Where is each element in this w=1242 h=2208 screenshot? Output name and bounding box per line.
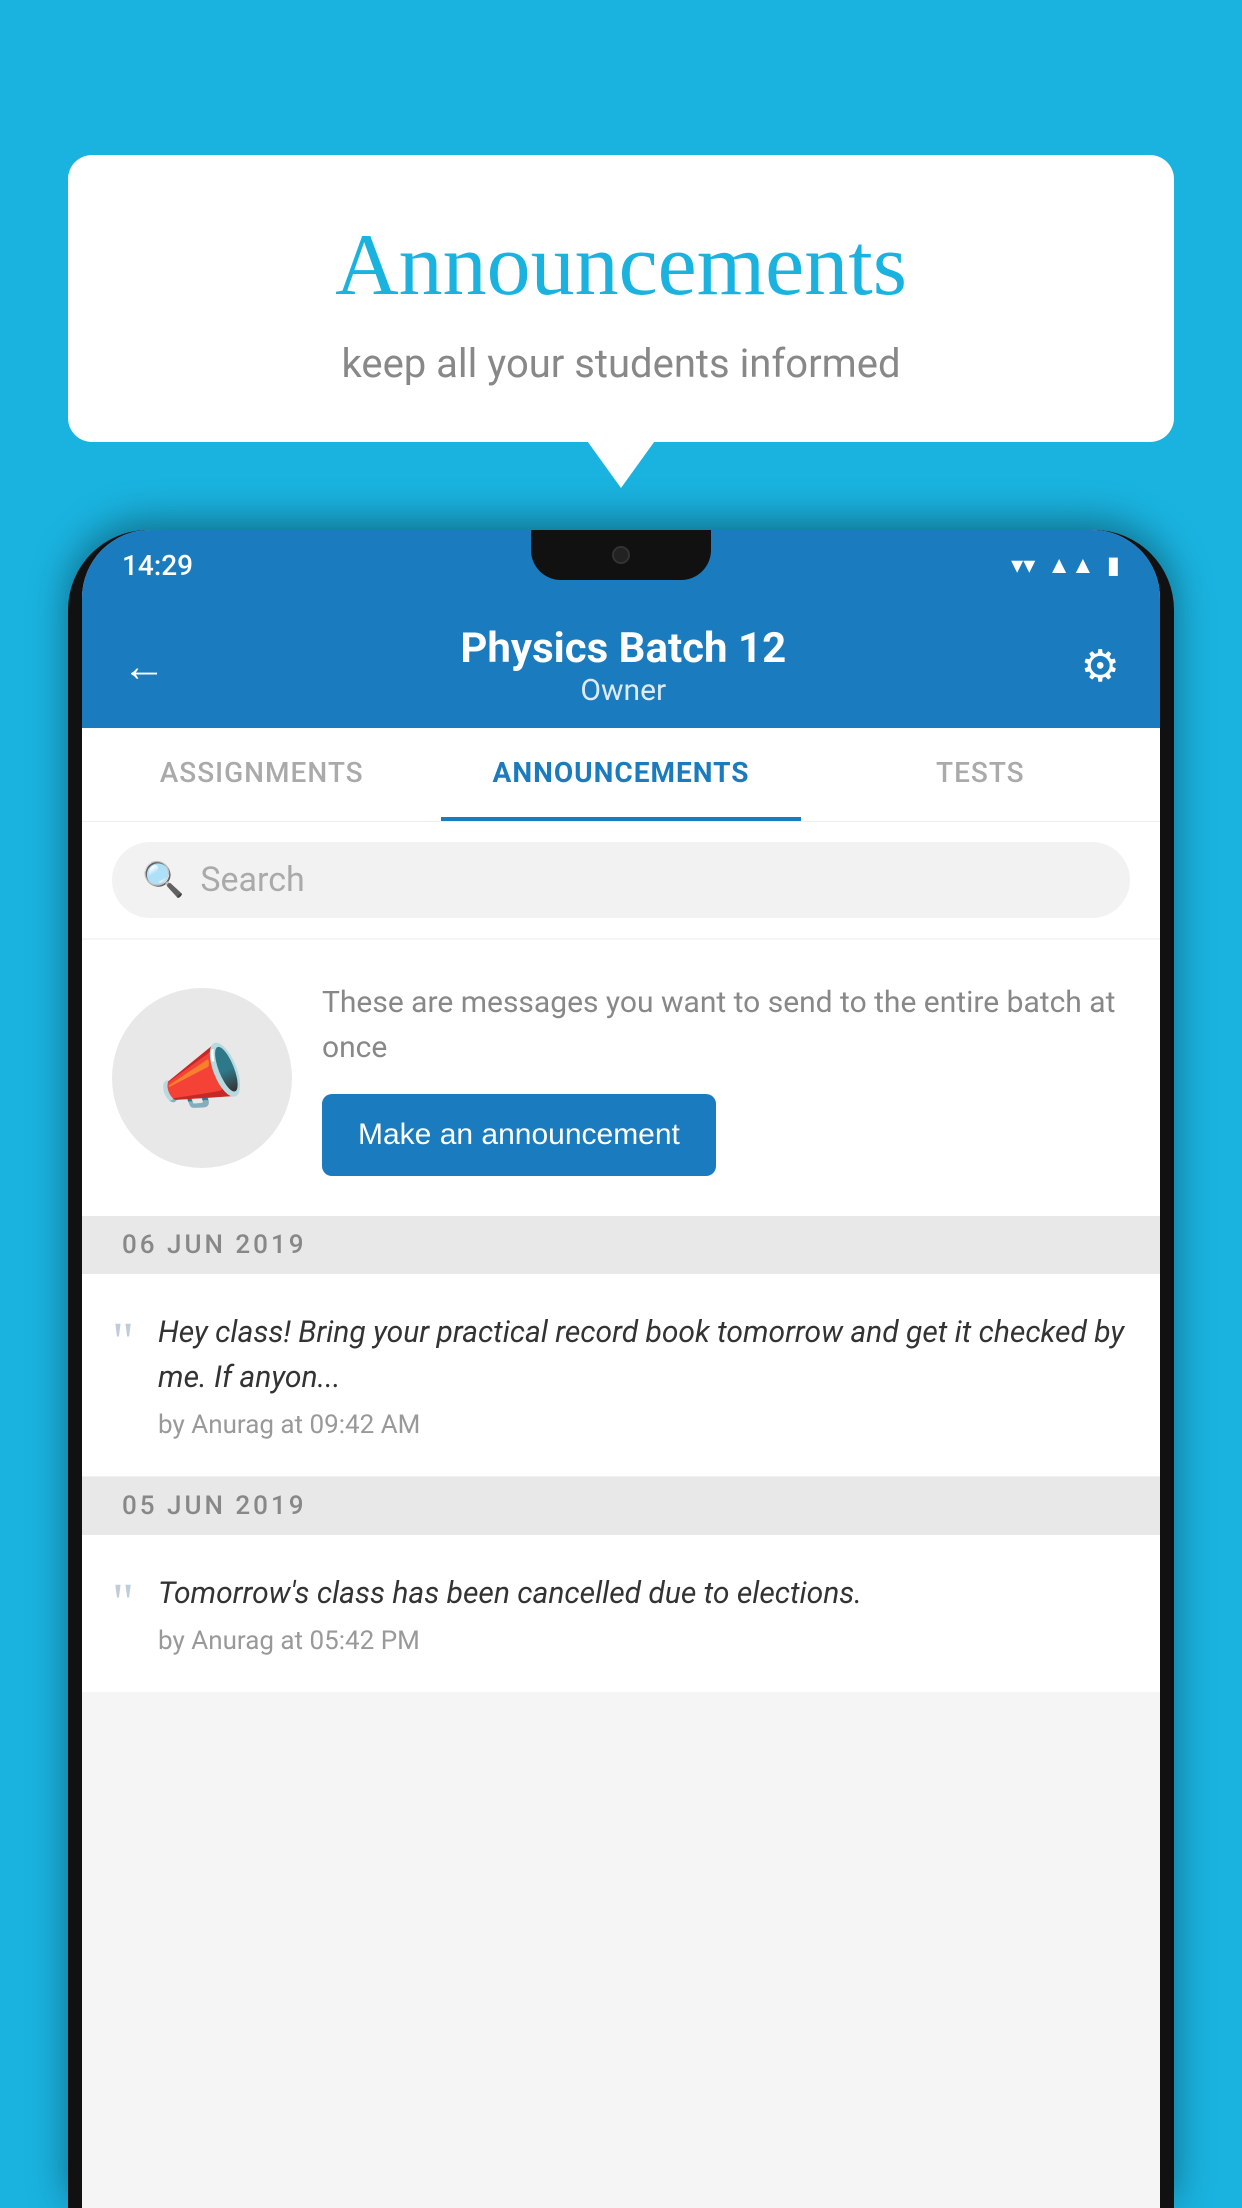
announcement-content-2: Tomorrow's class has been cancelled due … xyxy=(158,1571,1130,1656)
battery-icon: ▮ xyxy=(1107,551,1120,579)
tab-bar: ASSIGNMENTS ANNOUNCEMENTS TESTS xyxy=(82,728,1160,822)
announcement-text-2: Tomorrow's class has been cancelled due … xyxy=(158,1571,1130,1616)
search-placeholder: Search xyxy=(200,860,304,900)
speech-bubble-section: Announcements keep all your students inf… xyxy=(68,155,1174,442)
bubble-subtitle: keep all your students informed xyxy=(148,340,1094,387)
speech-bubble: Announcements keep all your students inf… xyxy=(68,155,1174,442)
settings-icon[interactable]: ⚙ xyxy=(1081,640,1120,692)
announcement-prompt: 📣 These are messages you want to send to… xyxy=(82,940,1160,1216)
announcement-item-2: " Tomorrow's class has been cancelled du… xyxy=(82,1535,1160,1692)
announcement-text-1: Hey class! Bring your practical record b… xyxy=(158,1310,1130,1400)
announcement-content-1: Hey class! Bring your practical record b… xyxy=(158,1310,1130,1440)
status-time: 14:29 xyxy=(122,549,193,582)
header-title: Physics Batch 12 xyxy=(460,624,786,673)
make-announcement-button[interactable]: Make an announcement xyxy=(322,1094,716,1176)
announcement-prompt-description: These are messages you want to send to t… xyxy=(322,980,1130,1070)
status-icons: ▾▾ ▲▲ ▮ xyxy=(1011,551,1120,580)
search-container: 🔍 Search xyxy=(82,822,1160,938)
search-bar[interactable]: 🔍 Search xyxy=(112,842,1130,918)
quote-icon-2: " xyxy=(112,1575,134,1629)
tab-assignments[interactable]: ASSIGNMENTS xyxy=(82,728,441,821)
header-center: Physics Batch 12 Owner xyxy=(460,624,786,708)
announcement-prompt-right: These are messages you want to send to t… xyxy=(322,980,1130,1176)
announcement-meta-2: by Anurag at 05:42 PM xyxy=(158,1626,1130,1656)
date-separator-2: 05 JUN 2019 xyxy=(82,1477,1160,1535)
back-button[interactable]: ← xyxy=(122,640,166,692)
header-subtitle: Owner xyxy=(460,673,786,708)
phone-frame: 14:29 ▾▾ ▲▲ ▮ ← Physics Batch 12 Owner ⚙… xyxy=(68,530,1174,2208)
tab-announcements[interactable]: ANNOUNCEMENTS xyxy=(441,728,800,821)
signal-icon: ▲▲ xyxy=(1047,551,1095,580)
notch xyxy=(531,530,711,580)
megaphone-icon: 📣 xyxy=(158,1037,245,1119)
date-separator-1: 06 JUN 2019 xyxy=(82,1216,1160,1274)
search-icon: 🔍 xyxy=(142,860,184,900)
bubble-title: Announcements xyxy=(148,215,1094,316)
tab-tests[interactable]: TESTS xyxy=(801,728,1160,821)
announcement-item-1: " Hey class! Bring your practical record… xyxy=(82,1274,1160,1477)
quote-icon-1: " xyxy=(112,1314,134,1368)
camera-dot xyxy=(612,546,630,564)
announcement-meta-1: by Anurag at 09:42 AM xyxy=(158,1410,1130,1440)
status-bar: 14:29 ▾▾ ▲▲ ▮ xyxy=(82,530,1160,600)
phone-screen: 14:29 ▾▾ ▲▲ ▮ ← Physics Batch 12 Owner ⚙… xyxy=(82,530,1160,2208)
app-header: ← Physics Batch 12 Owner ⚙ xyxy=(82,600,1160,728)
wifi-icon: ▾▾ xyxy=(1011,551,1035,579)
announcement-icon-circle: 📣 xyxy=(112,988,292,1168)
